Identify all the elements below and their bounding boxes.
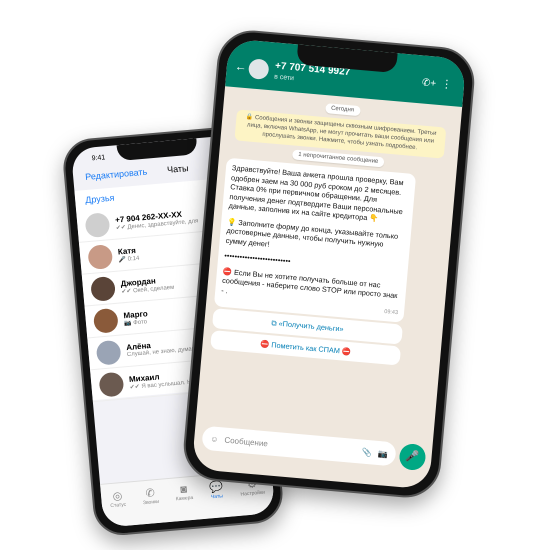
avatar[interactable] — [247, 58, 270, 80]
avatar — [98, 371, 125, 398]
notch — [116, 138, 198, 162]
tab-1[interactable]: ✆ Звонки — [142, 486, 161, 524]
tab-3[interactable]: 💬 Чаты — [209, 480, 226, 518]
avatar — [87, 243, 114, 270]
avatar — [84, 211, 111, 238]
tab-0[interactable]: ◎ Статус — [109, 489, 128, 527]
back-arrow-icon[interactable]: ← — [234, 59, 247, 74]
status-time: 9:41 — [91, 154, 106, 163]
front-phone: ← +7 707 514 9927 в сети ✆+ ⋮ Сегодня 🔒 … — [180, 27, 478, 501]
message-placeholder: Сообщение — [224, 435, 269, 448]
tab-icon: 💬 — [208, 481, 224, 495]
avatar — [95, 339, 122, 366]
message-bubble: Здравствуйте! Ваша анкета прошла проверк… — [213, 158, 417, 324]
tab-label: Звонки — [142, 498, 160, 507]
message-input[interactable]: ☺ Сообщение 📎 📷 — [201, 425, 397, 467]
add-call-icon[interactable]: ✆+ — [421, 77, 436, 89]
tab-2[interactable]: ◙ Камера — [174, 483, 195, 521]
tab-label: Статус — [110, 501, 127, 510]
message-text: Здравствуйте! Ваша анкета прошла проверк… — [228, 163, 404, 224]
emoji-icon[interactable]: ☺ — [210, 434, 219, 444]
tab-label: Настройки — [240, 489, 266, 498]
edit-button[interactable]: Редактировать — [85, 167, 148, 182]
avatar — [90, 275, 117, 302]
tab-label: Камера — [175, 494, 194, 503]
encryption-notice[interactable]: 🔒 Сообщения и звонки защищены сквозным ш… — [234, 109, 447, 159]
chat-preview: 📷 Фото — [123, 318, 148, 327]
more-icon[interactable]: ⋮ — [441, 77, 453, 91]
camera-icon[interactable]: 📷 — [377, 448, 388, 458]
avatar — [92, 307, 119, 334]
mic-button[interactable]: 🎤 — [398, 442, 427, 472]
chats-title: Чаты — [166, 163, 189, 175]
date-badge: Сегодня — [324, 103, 361, 117]
contact-status: в сети — [273, 73, 295, 83]
attach-icon[interactable]: 📎 — [361, 447, 372, 457]
whatsapp-chat-screen: ← +7 707 514 9927 в сети ✆+ ⋮ Сегодня 🔒 … — [191, 38, 467, 490]
chat-preview: 🎤 0:14 — [118, 255, 140, 263]
tab-label: Чаты — [210, 493, 224, 501]
